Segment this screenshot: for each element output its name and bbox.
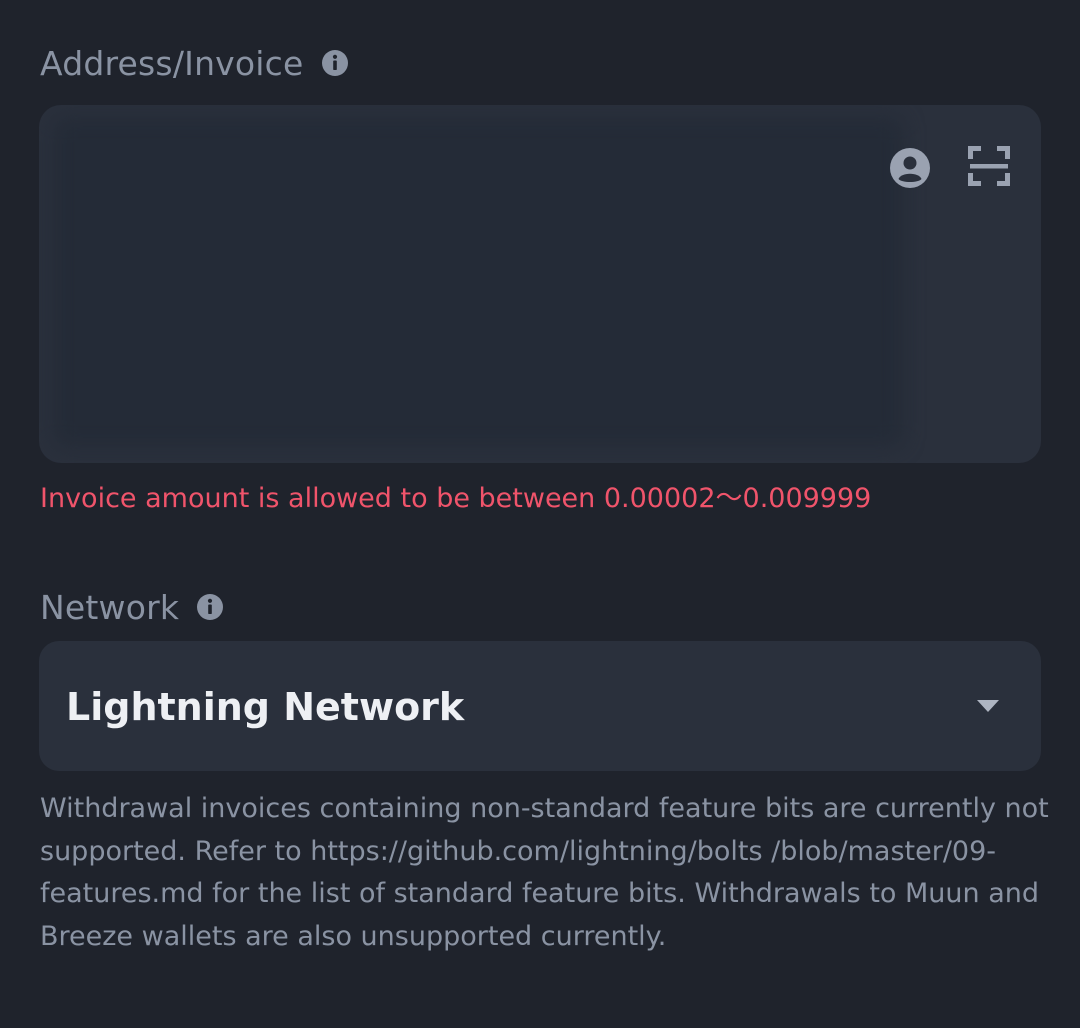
info-icon[interactable] <box>321 50 348 76</box>
qr-scan-icon[interactable] <box>968 146 1010 186</box>
network-select[interactable]: Lightning Network <box>39 641 1041 771</box>
address-value-redacted <box>53 117 903 447</box>
network-label-row: Network <box>40 584 224 630</box>
chevron-down-icon <box>977 700 999 712</box>
address-label-row: Address/Invoice <box>40 40 348 86</box>
address-error-message: Invoice amount is allowed to be between … <box>40 483 872 514</box>
network-selected-value: Lightning Network <box>66 685 465 729</box>
address-label: Address/Invoice <box>40 43 304 83</box>
contact-book-icon[interactable] <box>888 146 932 190</box>
network-hint-text: Withdrawal invoices containing non-stand… <box>40 793 1049 952</box>
withdraw-form: Address/Invoice Invoice amount is allowe… <box>0 0 1080 1028</box>
network-label: Network <box>40 587 180 627</box>
info-icon[interactable] <box>197 594 224 620</box>
address-input[interactable] <box>39 105 1041 463</box>
